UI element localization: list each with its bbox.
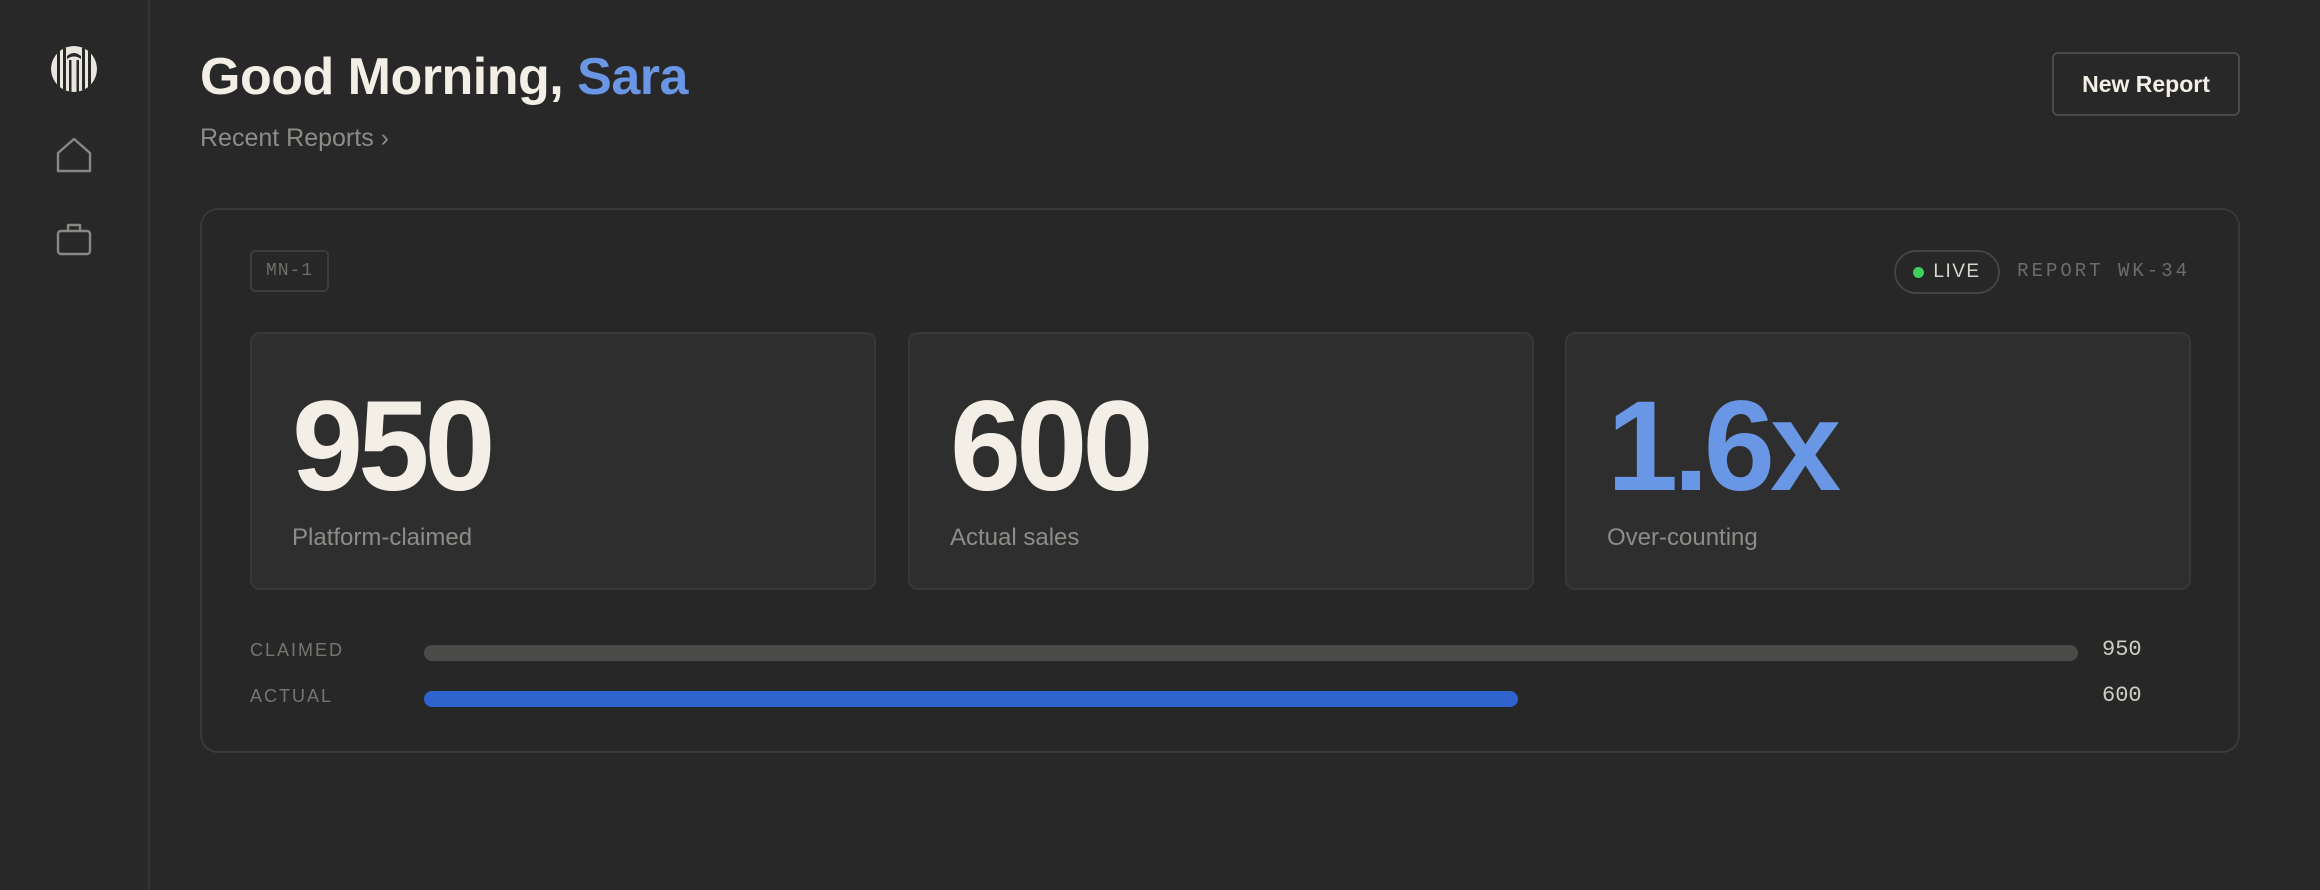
report-tag: MN-1 [250,250,330,292]
greeting-text: Good Morning, [200,48,578,106]
briefcase-icon[interactable] [54,219,94,259]
stat-value: 950 [292,375,496,518]
stat-label: Platform-claimed [292,524,473,551]
actual-bar-row: ACTUAL 600 [250,683,2194,713]
logo-mark [51,46,97,92]
bar-track [424,691,2078,707]
stat-label: Actual sales [950,524,1080,551]
stat-card-actual-sales: 600 Actual sales [908,332,1534,590]
home-icon[interactable] [54,135,94,175]
live-status-label: LIVE [1933,261,1981,282]
stat-value: 1.6x [1607,375,1841,518]
stat-card-platform-claimed: 950 Platform-claimed [250,332,876,590]
bar-track [424,645,2078,661]
bar-value: 600 [2102,683,2142,708]
app-root: Good Morning, Sara Recent Reports › New … [0,0,2320,890]
stat-card-over-counting: 1.6x Over-counting [1565,332,2191,590]
sidebar [0,0,150,890]
report-card: MN-1 LIVE REPORT WK-34 950 Platform-clai… [200,208,2240,753]
actual-bar-fill [424,691,1518,707]
stat-label: Over-counting [1607,524,1758,551]
live-dot-icon [1913,266,1925,278]
stat-value: 600 [950,375,1154,518]
bar-label: ACTUAL [250,686,334,706]
report-id: REPORT WK-34 [2017,260,2190,282]
bar-label: CLAIMED [250,640,345,660]
bar-value: 950 [2102,637,2142,662]
claimed-bar-fill [424,645,2078,661]
live-status-badge: LIVE [1894,250,2000,294]
recent-reports-link[interactable]: Recent Reports › [200,124,389,153]
new-report-button[interactable]: New Report [2052,52,2240,116]
claimed-bar-row: CLAIMED 950 [250,637,2194,667]
user-name: Sara [577,48,688,106]
page-title: Good Morning, Sara [200,44,688,110]
logo[interactable] [51,46,97,92]
